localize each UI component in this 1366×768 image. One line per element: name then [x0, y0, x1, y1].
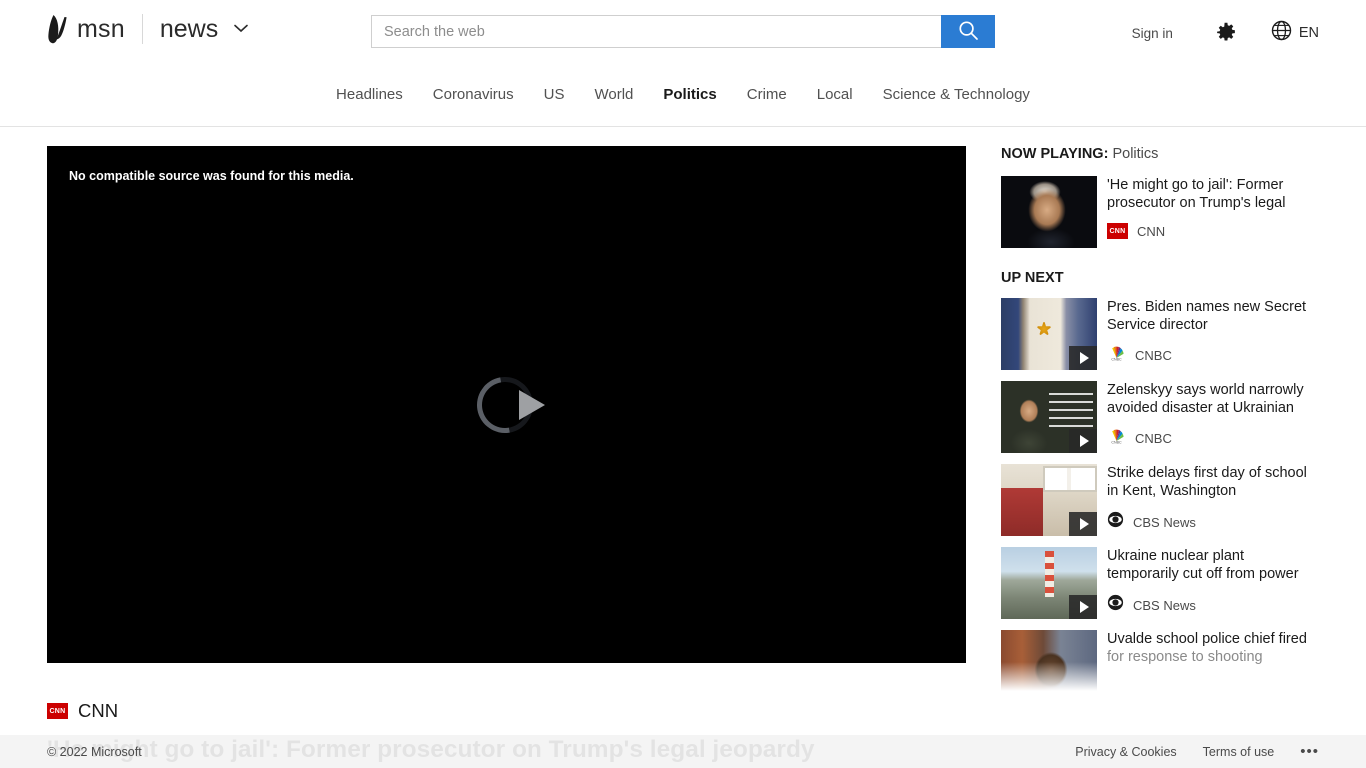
- svg-text:CNBC: CNBC: [1111, 358, 1122, 361]
- list-item-source: CBS News: [1107, 594, 1319, 616]
- player-loading-group: [459, 365, 555, 444]
- brand-name[interactable]: msn: [77, 14, 125, 44]
- cnbc-peacock-icon: CNBC: [1107, 345, 1126, 366]
- search-input[interactable]: [371, 15, 941, 48]
- video-thumbnail[interactable]: [1001, 381, 1097, 453]
- nav-item-local[interactable]: Local: [802, 80, 868, 109]
- nav-item-science-technology[interactable]: Science & Technology: [868, 80, 1045, 109]
- source-label: CBS News: [1133, 514, 1196, 530]
- vertical-name[interactable]: news: [160, 14, 248, 44]
- list-item-body: Ukraine nuclear plant temporarily cut of…: [1107, 547, 1319, 619]
- list-item-title[interactable]: Pres. Biden names new Secret Service dir…: [1107, 298, 1319, 334]
- nav-item-crime[interactable]: Crime: [732, 80, 802, 109]
- video-thumbnail[interactable]: [1001, 298, 1097, 370]
- nav-item-coronavirus[interactable]: Coronavirus: [418, 80, 529, 109]
- video-source-name: CNN: [78, 700, 119, 721]
- cnn-logo-icon: CNN: [47, 703, 68, 719]
- footer-links: Privacy & Cookies Terms of use •••: [1075, 744, 1319, 759]
- source-label: CNN: [1137, 223, 1166, 239]
- now-playing-label: NOW PLAYING:: [1001, 146, 1109, 162]
- search-icon: [958, 20, 979, 44]
- source-label: CBS News: [1133, 597, 1196, 613]
- nav-item-us[interactable]: US: [529, 80, 580, 109]
- nav-item-world[interactable]: World: [579, 80, 648, 109]
- video-thumbnail[interactable]: [1001, 176, 1097, 248]
- up-next-header: UP NEXT: [1001, 270, 1064, 286]
- search-button[interactable]: [941, 15, 995, 48]
- list-item-body: Pres. Biden names new Secret Service dir…: [1107, 298, 1319, 370]
- thumbnail-image: [1001, 630, 1097, 696]
- list-item[interactable]: Ukraine nuclear plant temporarily cut of…: [1001, 547, 1319, 619]
- category-nav: Headlines Coronavirus US World Politics …: [0, 63, 1366, 127]
- ellipsis-icon[interactable]: •••: [1300, 744, 1319, 759]
- site-header: msn news Sign in: [0, 0, 1366, 63]
- cnn-badge-text: CNN: [49, 707, 66, 715]
- source-label: CNBC: [1135, 348, 1172, 363]
- terms-link[interactable]: Terms of use: [1203, 745, 1275, 759]
- gear-icon[interactable]: [1215, 22, 1237, 44]
- brand-area: msn news: [47, 14, 248, 44]
- cnn-logo-icon: CNN: [1107, 223, 1128, 239]
- list-item[interactable]: Strike delays first day of school in Ken…: [1001, 464, 1319, 536]
- play-triangle-icon[interactable]: [518, 389, 545, 420]
- play-icon[interactable]: [1069, 512, 1097, 536]
- cbs-eye-icon: [1107, 511, 1124, 533]
- list-item-title[interactable]: Ukraine nuclear plant temporarily cut of…: [1107, 547, 1319, 583]
- list-item[interactable]: 'He might go to jail': Former prosecutor…: [1001, 176, 1319, 248]
- list-item-title[interactable]: Uvalde school police chief fired: [1107, 630, 1319, 648]
- now-playing-header: NOW PLAYING: Politics: [1001, 146, 1319, 162]
- list-item-source: CBS News: [1107, 511, 1319, 533]
- language-selector[interactable]: EN: [1271, 20, 1319, 46]
- list-item-source: CNBC CNBC: [1107, 345, 1319, 366]
- list-item-body: Strike delays first day of school in Ken…: [1107, 464, 1319, 536]
- now-playing-category: Politics: [1112, 146, 1159, 162]
- list-item-body: Uvalde school police chief fired for res…: [1107, 630, 1319, 696]
- list-item-subtitle: for response to shooting: [1107, 649, 1263, 665]
- nav-list: Headlines Coronavirus US World Politics …: [321, 80, 1045, 109]
- list-item-title[interactable]: Strike delays first day of school in Ken…: [1107, 464, 1319, 500]
- search-bar: [371, 15, 995, 48]
- play-icon[interactable]: [1069, 429, 1097, 453]
- source-label: CNBC: [1135, 431, 1172, 446]
- list-item-body: 'He might go to jail': Former prosecutor…: [1107, 176, 1319, 248]
- language-code: EN: [1298, 25, 1319, 41]
- thumbnail-image: [1001, 176, 1097, 248]
- globe-icon: [1271, 20, 1292, 46]
- privacy-link[interactable]: Privacy & Cookies: [1075, 745, 1176, 759]
- cnbc-peacock-icon: CNBC: [1107, 428, 1126, 449]
- list-item[interactable]: Pres. Biden names new Secret Service dir…: [1001, 298, 1319, 370]
- sign-in-button[interactable]: Sign in: [1132, 26, 1173, 41]
- video-thumbnail[interactable]: [1001, 547, 1097, 619]
- svg-text:CNBC: CNBC: [1111, 441, 1122, 444]
- video-player[interactable]: No compatible source was found for this …: [47, 146, 966, 663]
- list-item-source: CNN CNN: [1107, 223, 1319, 239]
- list-item-body: Zelenskyy says world narrowly avoided di…: [1107, 381, 1319, 453]
- video-thumbnail[interactable]: [1001, 630, 1097, 696]
- nav-item-headlines[interactable]: Headlines: [321, 80, 418, 109]
- list-item[interactable]: Zelenskyy says world narrowly avoided di…: [1001, 381, 1319, 453]
- list-item-title[interactable]: 'He might go to jail': Former prosecutor…: [1107, 176, 1319, 212]
- list-item-source: CNBC CNBC: [1107, 428, 1319, 449]
- play-icon[interactable]: [1069, 346, 1097, 370]
- list-item[interactable]: Uvalde school police chief fired for res…: [1001, 630, 1319, 696]
- brand-divider: [141, 14, 143, 44]
- video-source-row: CNN CNN: [47, 700, 118, 722]
- header-actions: Sign in EN: [1132, 20, 1319, 46]
- copyright-text: © 2022 Microsoft: [47, 744, 142, 759]
- list-item-title[interactable]: Zelenskyy says world narrowly avoided di…: [1107, 381, 1319, 417]
- page-root: msn news Sign in: [0, 0, 1366, 768]
- playlist-sidebar: NOW PLAYING: Politics 'He might go to ja…: [1001, 146, 1319, 696]
- msn-butterfly-logo-icon[interactable]: [47, 14, 73, 44]
- video-thumbnail[interactable]: [1001, 464, 1097, 536]
- vertical-label: news: [159, 15, 219, 43]
- video-error-message: No compatible source was found for this …: [69, 169, 354, 183]
- site-footer: © 2022 Microsoft Privacy & Cookies Terms…: [0, 735, 1366, 768]
- cbs-eye-icon: [1107, 594, 1124, 616]
- nav-item-politics[interactable]: Politics: [648, 80, 731, 109]
- play-icon[interactable]: [1069, 595, 1097, 619]
- chevron-down-icon[interactable]: [234, 10, 248, 40]
